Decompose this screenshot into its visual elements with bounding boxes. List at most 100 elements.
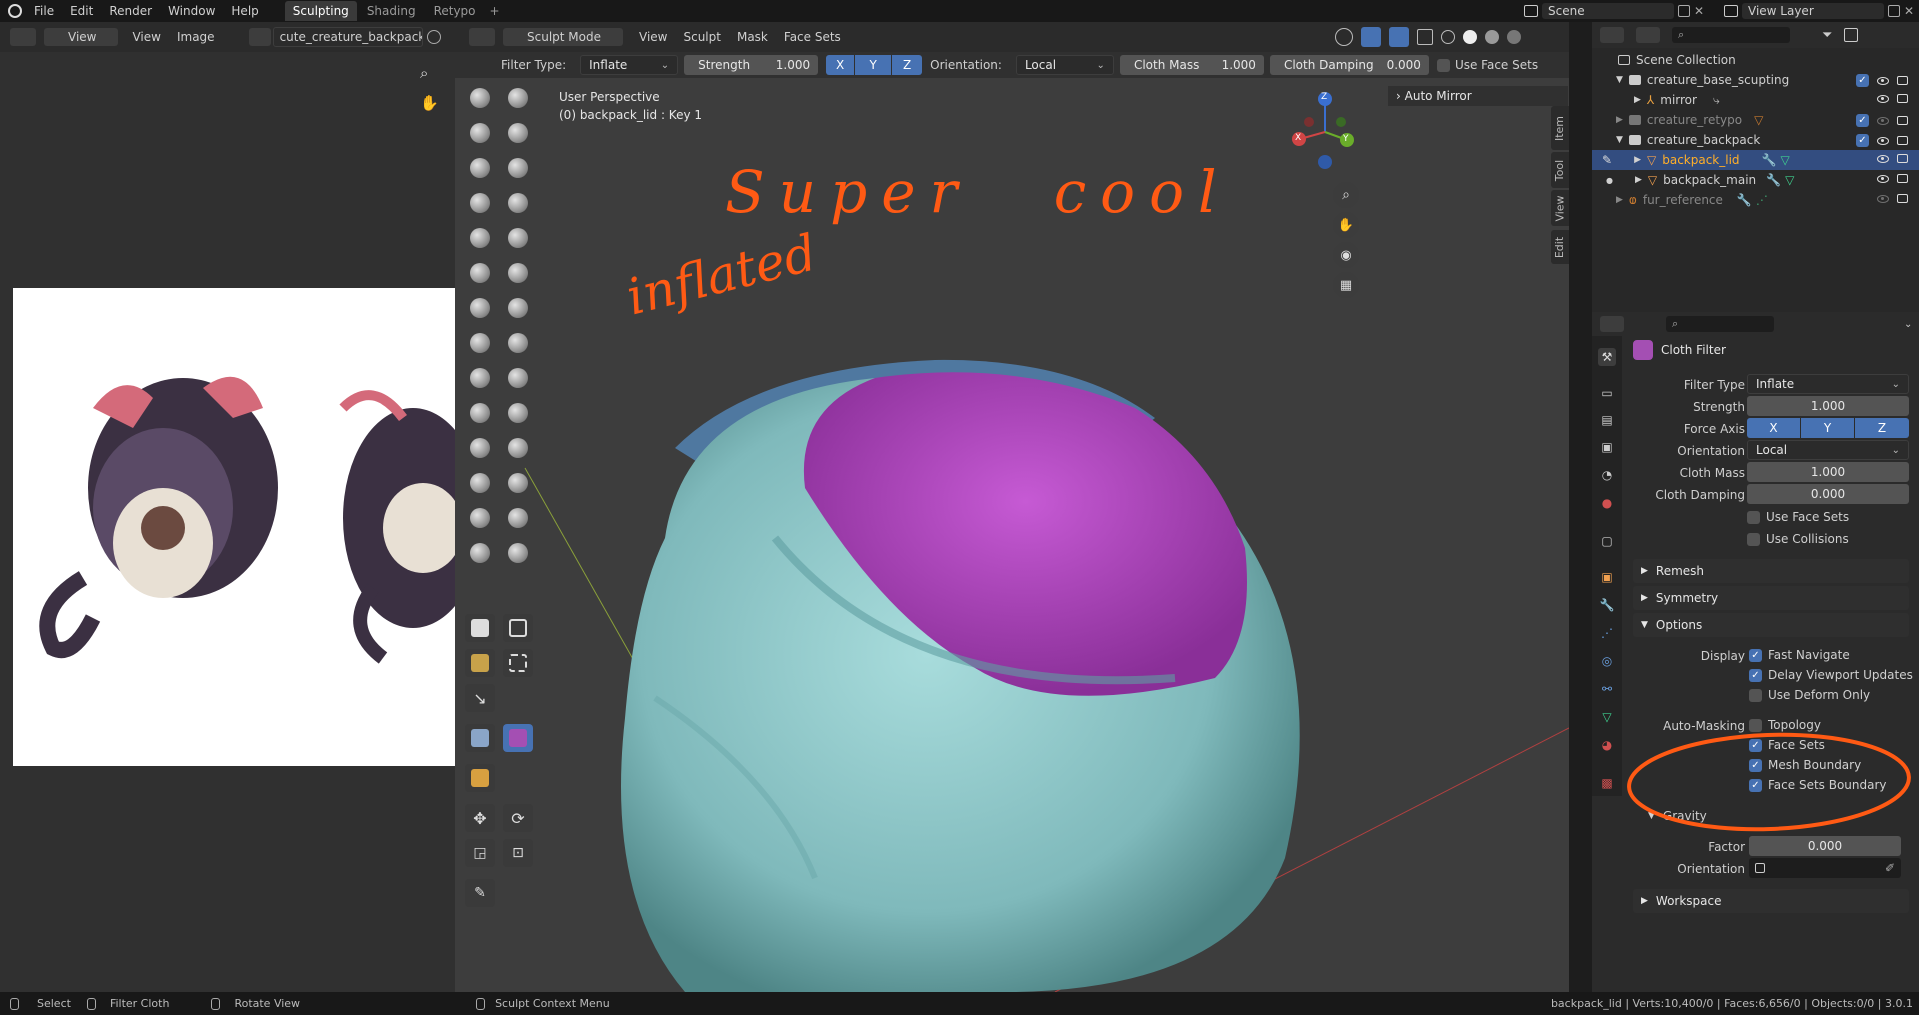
- line-project-icon[interactable]: ↘: [465, 684, 495, 712]
- auto-mirror-panel[interactable]: › Auto Mirror: [1388, 86, 1568, 106]
- cloth-brush-icon[interactable]: [465, 504, 495, 532]
- blender-logo-icon[interactable]: [8, 4, 22, 18]
- use-collisions-checkbox[interactable]: [1747, 532, 1760, 546]
- scene-selector[interactable]: Scene ✕: [1524, 2, 1704, 20]
- nudge-brush-icon[interactable]: [465, 434, 495, 462]
- use-deform-only-row[interactable]: Use Deform Only: [1749, 688, 1870, 702]
- clay-brush-icon[interactable]: [465, 119, 495, 147]
- cloth-filter-icon[interactable]: [503, 724, 533, 752]
- render-camera-icon[interactable]: [1897, 174, 1908, 183]
- inflate-brush-icon[interactable]: [465, 189, 495, 217]
- display-mode-icon[interactable]: [1636, 27, 1660, 43]
- orientation-dropdown[interactable]: Local ⌄: [1015, 55, 1114, 75]
- options-section-header[interactable]: ▼ Options: [1633, 613, 1909, 637]
- use-collisions-row[interactable]: Use Collisions: [1747, 532, 1849, 546]
- smooth-brush-icon[interactable]: [503, 224, 533, 252]
- tab-shading[interactable]: Shading: [367, 4, 416, 18]
- zoom-icon[interactable]: ⌕: [420, 64, 428, 82]
- flatten-brush-icon[interactable]: [465, 259, 495, 287]
- expand-icon[interactable]: ▶: [1635, 175, 1642, 185]
- gizmo-toggle-icon[interactable]: [1361, 27, 1381, 47]
- scale-icon[interactable]: ◲: [465, 839, 495, 867]
- snake-hook-brush-icon[interactable]: [503, 364, 533, 392]
- menu-help[interactable]: Help: [231, 4, 258, 18]
- output-tab-icon[interactable]: ▤: [1598, 411, 1616, 429]
- tab-view[interactable]: View: [1551, 190, 1569, 226]
- use-face-sets-checkbox[interactable]: [1747, 510, 1760, 524]
- transform-icon[interactable]: ⊡: [503, 839, 533, 867]
- menu-file[interactable]: File: [34, 4, 54, 18]
- force-axis-x-toggle[interactable]: X: [1747, 418, 1800, 438]
- render-camera-icon[interactable]: [1897, 194, 1908, 203]
- exclude-checkbox[interactable]: ✓: [1856, 74, 1869, 87]
- filter-type-dropdown[interactable]: Inflate ⌄: [1747, 374, 1909, 394]
- layer-brush-icon[interactable]: [503, 154, 533, 182]
- visibility-eye-icon[interactable]: [1877, 76, 1889, 85]
- delay-updates-row[interactable]: ✓ Delay Viewport Updates: [1749, 668, 1913, 682]
- exclude-checkbox[interactable]: ✓: [1856, 134, 1869, 147]
- pinch-brush-icon[interactable]: [465, 329, 495, 357]
- navigation-gizmo[interactable]: Z X Y: [1285, 92, 1365, 172]
- blob-brush-icon[interactable]: [503, 189, 533, 217]
- tab-sculpting[interactable]: Sculpting: [284, 1, 357, 21]
- strength-field[interactable]: 1.000: [1747, 396, 1909, 416]
- rotate-icon[interactable]: ⟳: [503, 804, 533, 832]
- camera-icon[interactable]: ◉: [1333, 242, 1359, 268]
- editor-type-icon[interactable]: [10, 28, 36, 46]
- constraints-tab-icon[interactable]: ⚯: [1598, 680, 1616, 698]
- world-tab-icon[interactable]: ●: [1598, 494, 1616, 512]
- add-workspace-button[interactable]: +: [490, 4, 500, 18]
- orientation-object-field[interactable]: ✐: [1749, 858, 1901, 878]
- box-hide-icon[interactable]: [503, 614, 533, 642]
- viewport-canvas[interactable]: User Perspective (0) backpack_lid : Key …: [455, 78, 1569, 992]
- filter-type-dropdown[interactable]: Inflate ⌄: [580, 55, 679, 75]
- tool-tab-icon[interactable]: ⚒: [1598, 348, 1616, 366]
- thumb-brush-icon[interactable]: [465, 399, 495, 427]
- annotate-icon[interactable]: ✎: [465, 879, 495, 907]
- symmetry-section-header[interactable]: ▶ Symmetry: [1633, 586, 1909, 610]
- visibility-eye-icon[interactable]: [1877, 154, 1889, 163]
- cloth-mass-field[interactable]: 1.000: [1747, 462, 1909, 482]
- close-icon[interactable]: ✕: [1694, 4, 1704, 18]
- material-shading-icon[interactable]: [1485, 30, 1499, 44]
- menu-view[interactable]: View: [132, 30, 160, 44]
- visibility-eye-icon[interactable]: [1877, 94, 1889, 103]
- search-input[interactable]: ⌕: [1666, 316, 1774, 332]
- draw-brush-icon[interactable]: [465, 84, 495, 112]
- workspace-section-header[interactable]: ▶ Workspace: [1633, 889, 1909, 913]
- solid-shading-icon[interactable]: [1463, 30, 1477, 44]
- pan-hand-icon[interactable]: ✋: [1333, 212, 1359, 238]
- fast-navigate-checkbox[interactable]: ✓: [1749, 648, 1762, 662]
- mesh-filter-icon[interactable]: [465, 724, 495, 752]
- menu-mask[interactable]: Mask: [737, 30, 768, 44]
- filter-icon[interactable]: ⏷: [1822, 28, 1832, 43]
- menu-view[interactable]: View: [639, 30, 667, 44]
- mask-brush-icon[interactable]: [465, 539, 495, 567]
- menu-sculpt[interactable]: Sculpt: [683, 30, 720, 44]
- expand-icon[interactable]: ▶: [1616, 115, 1623, 125]
- render-camera-icon[interactable]: [1897, 154, 1908, 163]
- editor-type-icon[interactable]: [469, 28, 495, 46]
- cloth-damping-field[interactable]: Cloth Damping 0.000: [1269, 55, 1429, 75]
- remesh-section-header[interactable]: ▶ Remesh: [1633, 559, 1909, 583]
- render-camera-icon[interactable]: [1897, 94, 1908, 103]
- render-camera-icon[interactable]: [1897, 76, 1908, 85]
- clay-strips-brush-icon[interactable]: [503, 119, 533, 147]
- visibility-eye-icon[interactable]: [1877, 174, 1889, 183]
- box-mask-icon[interactable]: [465, 614, 495, 642]
- physics-tab-icon[interactable]: ◎: [1598, 652, 1616, 670]
- new-scene-icon[interactable]: [1677, 5, 1690, 17]
- editor-type-icon[interactable]: [1600, 316, 1624, 332]
- search-input[interactable]: ⌕: [1672, 27, 1790, 43]
- visibility-eye-icon[interactable]: [1877, 116, 1889, 125]
- fast-navigate-row[interactable]: ✓ Fast Navigate: [1749, 648, 1850, 662]
- chevron-down-icon[interactable]: ⌄: [1904, 319, 1912, 330]
- clay-thumb-brush-icon[interactable]: [465, 154, 495, 182]
- pose-brush-icon[interactable]: [503, 399, 533, 427]
- box-trim-icon[interactable]: [503, 649, 533, 677]
- viewport[interactable]: Sculpt Mode View Sculpt Mask Face Sets F…: [455, 22, 1569, 992]
- tab-item[interactable]: Item: [1551, 106, 1569, 150]
- tab-retypo[interactable]: Retypo: [434, 4, 476, 18]
- object-tab-icon[interactable]: ▣: [1598, 568, 1616, 586]
- crease-brush-icon[interactable]: [465, 224, 495, 252]
